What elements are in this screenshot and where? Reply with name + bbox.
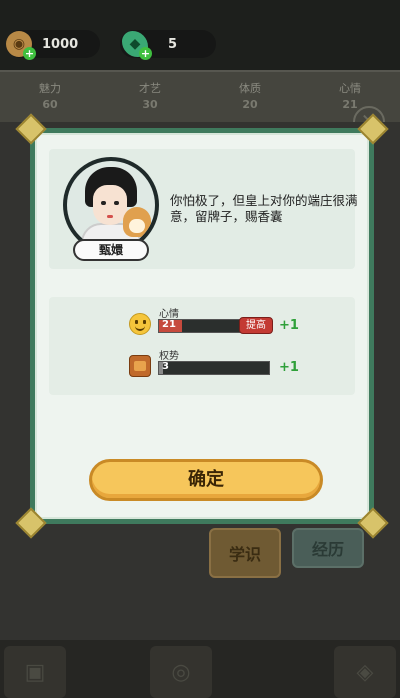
stat-mood: 心情 21 xyxy=(339,82,361,111)
attribute-label: 权势 xyxy=(159,351,179,362)
experience-button[interactable]: 经历 xyxy=(292,528,364,568)
boost-button[interactable]: 提高 xyxy=(239,317,273,334)
power-delta: +1 xyxy=(279,360,299,375)
treasure-chest-icon xyxy=(129,355,151,377)
attribute-row-power: 权势 3 +1 xyxy=(129,347,349,381)
stat-talent: 才艺 30 xyxy=(139,82,161,111)
character-name: 甄嬛 xyxy=(73,239,149,261)
add-gems-icon[interactable]: + xyxy=(139,47,152,60)
stat-physique: 体质 20 xyxy=(239,82,261,111)
dialog-body: 甄嬛 你怕极了，但皇上对你的端庄很满意，留牌子，赐香囊 心情 21 提高 +1 … xyxy=(35,133,369,519)
mood-delta: +1 xyxy=(279,318,299,333)
character-portrait xyxy=(67,161,155,249)
stat-charm: 魅力 60 xyxy=(39,82,61,111)
bottom-tab-1[interactable]: ▣ xyxy=(4,646,66,698)
coin-icon: ◉ + xyxy=(6,31,36,60)
coin-counter[interactable]: ◉ + 1000 xyxy=(6,30,100,60)
gem-counter[interactable]: ◆ + 5 xyxy=(120,30,216,60)
event-message: 你怕极了，但皇上对你的端庄很满意，留牌子，赐香囊 xyxy=(170,193,358,224)
power-value: 3 xyxy=(162,361,169,372)
study-button[interactable]: 学识 xyxy=(209,528,281,578)
gem-value: 5 xyxy=(168,36,178,52)
mood-value: 21 xyxy=(162,319,176,330)
smile-icon xyxy=(129,313,151,335)
bottom-tab-2[interactable]: ◎ xyxy=(150,646,212,698)
attribute-label: 心情 xyxy=(159,309,179,320)
bottom-tab-3[interactable]: ◈ xyxy=(334,646,396,698)
power-bar: 3 xyxy=(158,361,270,375)
confirm-button[interactable]: 确定 xyxy=(89,459,323,501)
result-dialog: 甄嬛 你怕极了，但皇上对你的端庄很满意，留牌子，赐香囊 心情 21 提高 +1 … xyxy=(15,113,389,539)
coin-value: 1000 xyxy=(42,36,79,52)
attribute-row-mood: 心情 21 提高 +1 xyxy=(129,305,349,339)
stats-bar: 魅力 60 才艺 30 体质 20 心情 21 xyxy=(0,70,400,122)
add-coins-icon[interactable]: + xyxy=(23,47,36,60)
jade-icon: ◆ + xyxy=(122,31,152,60)
attribute-panel: 心情 21 提高 +1 权势 3 +1 xyxy=(49,297,355,395)
